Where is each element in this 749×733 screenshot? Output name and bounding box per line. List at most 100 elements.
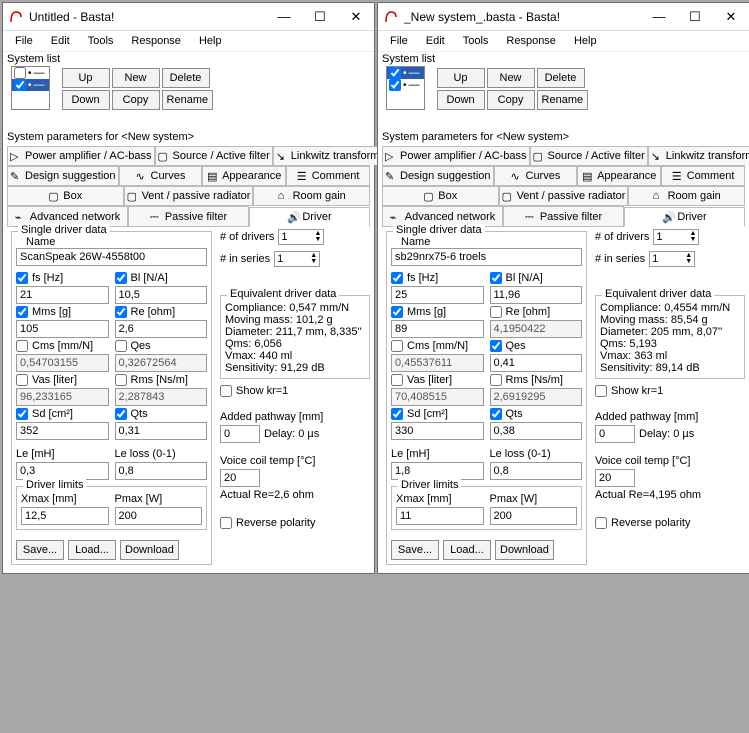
pmax-input[interactable] [490,507,578,525]
tab-box[interactable]: ▢Box [7,186,124,205]
copy-button[interactable]: Copy [112,90,160,110]
system-item[interactable]: •— [12,67,49,79]
sd-checkbox[interactable]: Sd [cm²] [391,408,484,420]
load-button[interactable]: Load... [68,540,116,560]
tab-passive-filter[interactable]: ⎓Passive filter [128,206,249,226]
maximize-button[interactable]: ☐ [677,3,713,31]
numseries-spinner[interactable]: ▲▼ [274,251,320,267]
tab-source-active-filter[interactable]: ▢Source / Active filter [155,146,273,165]
new-button[interactable]: New [487,68,535,88]
menu-tools[interactable]: Tools [457,33,495,49]
download-button[interactable]: Download [120,540,179,560]
save-button[interactable]: Save... [391,540,439,560]
qts-input[interactable] [115,422,208,440]
rms-checkbox[interactable]: Rms [Ns/m] [115,374,208,386]
menu-response[interactable]: Response [125,33,187,49]
menu-help[interactable]: Help [568,33,603,49]
reverse-polarity-checkbox[interactable]: Reverse polarity [595,517,745,529]
leloss-input[interactable] [115,462,208,480]
qes-input[interactable] [490,354,583,372]
maximize-button[interactable]: ☐ [302,3,338,31]
system-item[interactable]: •— [12,79,49,91]
tab-design-suggestion[interactable]: ✎Design suggestion [382,166,494,185]
vct-input[interactable] [595,469,635,487]
sd-input[interactable] [391,422,484,440]
menu-file[interactable]: File [384,33,414,49]
tab-driver[interactable]: 🔊Driver [249,207,370,227]
mms-input[interactable] [16,320,109,338]
menu-edit[interactable]: Edit [420,33,451,49]
menu-file[interactable]: File [9,33,39,49]
le-input[interactable] [16,462,109,480]
tab-vent-passive-radiator[interactable]: ▢Vent / passive radiator [499,186,629,205]
menu-edit[interactable]: Edit [45,33,76,49]
tab-linkwitz-transform[interactable]: ↘Linkwitz transform [273,146,383,165]
sd-input[interactable] [16,422,109,440]
re-input[interactable] [115,320,208,338]
numseries-spinner[interactable]: ▲▼ [649,251,695,267]
mms-checkbox[interactable]: Mms [g] [16,306,109,318]
tab-passive-filter[interactable]: ⎓Passive filter [503,206,624,226]
re-checkbox[interactable]: Re [ohm] [490,306,583,318]
copy-button[interactable]: Copy [487,90,535,110]
tab-room-gain[interactable]: ⌂Room gain [253,186,370,205]
up-button[interactable]: Up [62,68,110,88]
cms-checkbox[interactable]: Cms [mm/N] [391,340,484,352]
close-button[interactable]: ✕ [338,3,374,31]
tab-advanced-network[interactable]: ⌁Advanced network [382,206,503,226]
showkr-checkbox[interactable]: Show kr=1 [595,385,745,397]
menu-help[interactable]: Help [193,33,228,49]
system-item[interactable]: •— [387,79,424,91]
bl-checkbox[interactable]: Bl [N/A] [115,272,208,284]
tab-comment[interactable]: ☰Comment [661,166,745,185]
system-item-checkbox[interactable] [14,67,26,79]
tab-curves[interactable]: ∿Curves [119,166,203,185]
tab-appearance[interactable]: ▤Appearance [577,166,661,185]
download-button[interactable]: Download [495,540,554,560]
pathway-input[interactable] [220,425,260,443]
numdrivers-spinner[interactable]: ▲▼ [278,229,324,245]
minimize-button[interactable]: — [641,3,677,31]
vct-input[interactable] [220,469,260,487]
leloss-input[interactable] [490,462,583,480]
qes-checkbox[interactable]: Qes [115,340,208,352]
mms-checkbox[interactable]: Mms [g] [391,306,484,318]
tab-design-suggestion[interactable]: ✎Design suggestion [7,166,119,185]
system-item-checkbox[interactable] [389,79,401,91]
minimize-button[interactable]: — [266,3,302,31]
tab-room-gain[interactable]: ⌂Room gain [628,186,745,205]
tab-curves[interactable]: ∿Curves [494,166,578,185]
rms-checkbox[interactable]: Rms [Ns/m] [490,374,583,386]
tab-linkwitz-transform[interactable]: ↘Linkwitz transform [648,146,749,165]
xmax-input[interactable] [21,507,109,525]
rename-button[interactable]: Rename [537,90,589,110]
fs-input[interactable] [391,286,484,304]
load-button[interactable]: Load... [443,540,491,560]
le-input[interactable] [391,462,484,480]
tab-driver[interactable]: 🔊Driver [624,207,745,227]
save-button[interactable]: Save... [16,540,64,560]
fs-checkbox[interactable]: fs [Hz] [391,272,484,284]
menu-tools[interactable]: Tools [82,33,120,49]
delete-button[interactable]: Delete [162,68,210,88]
vas-checkbox[interactable]: Vas [liter] [391,374,484,386]
tab-box[interactable]: ▢Box [382,186,499,205]
qts-checkbox[interactable]: Qts [490,408,583,420]
close-button[interactable]: ✕ [713,3,749,31]
re-checkbox[interactable]: Re [ohm] [115,306,208,318]
tab-advanced-network[interactable]: ⌁Advanced network [7,206,128,226]
qts-input[interactable] [490,422,583,440]
vas-checkbox[interactable]: Vas [liter] [16,374,109,386]
tab-source-active-filter[interactable]: ▢Source / Active filter [530,146,648,165]
tab-appearance[interactable]: ▤Appearance [202,166,286,185]
bl-input[interactable] [115,286,208,304]
rename-button[interactable]: Rename [162,90,214,110]
tab-power-amplifier-ac-bass[interactable]: ▷Power amplifier / AC-bass [7,146,155,165]
qts-checkbox[interactable]: Qts [115,408,208,420]
reverse-polarity-checkbox[interactable]: Reverse polarity [220,517,370,529]
sd-checkbox[interactable]: Sd [cm²] [16,408,109,420]
system-item-checkbox[interactable] [389,67,401,79]
down-button[interactable]: Down [437,90,485,110]
driver-name-input[interactable] [391,248,582,266]
delete-button[interactable]: Delete [537,68,585,88]
